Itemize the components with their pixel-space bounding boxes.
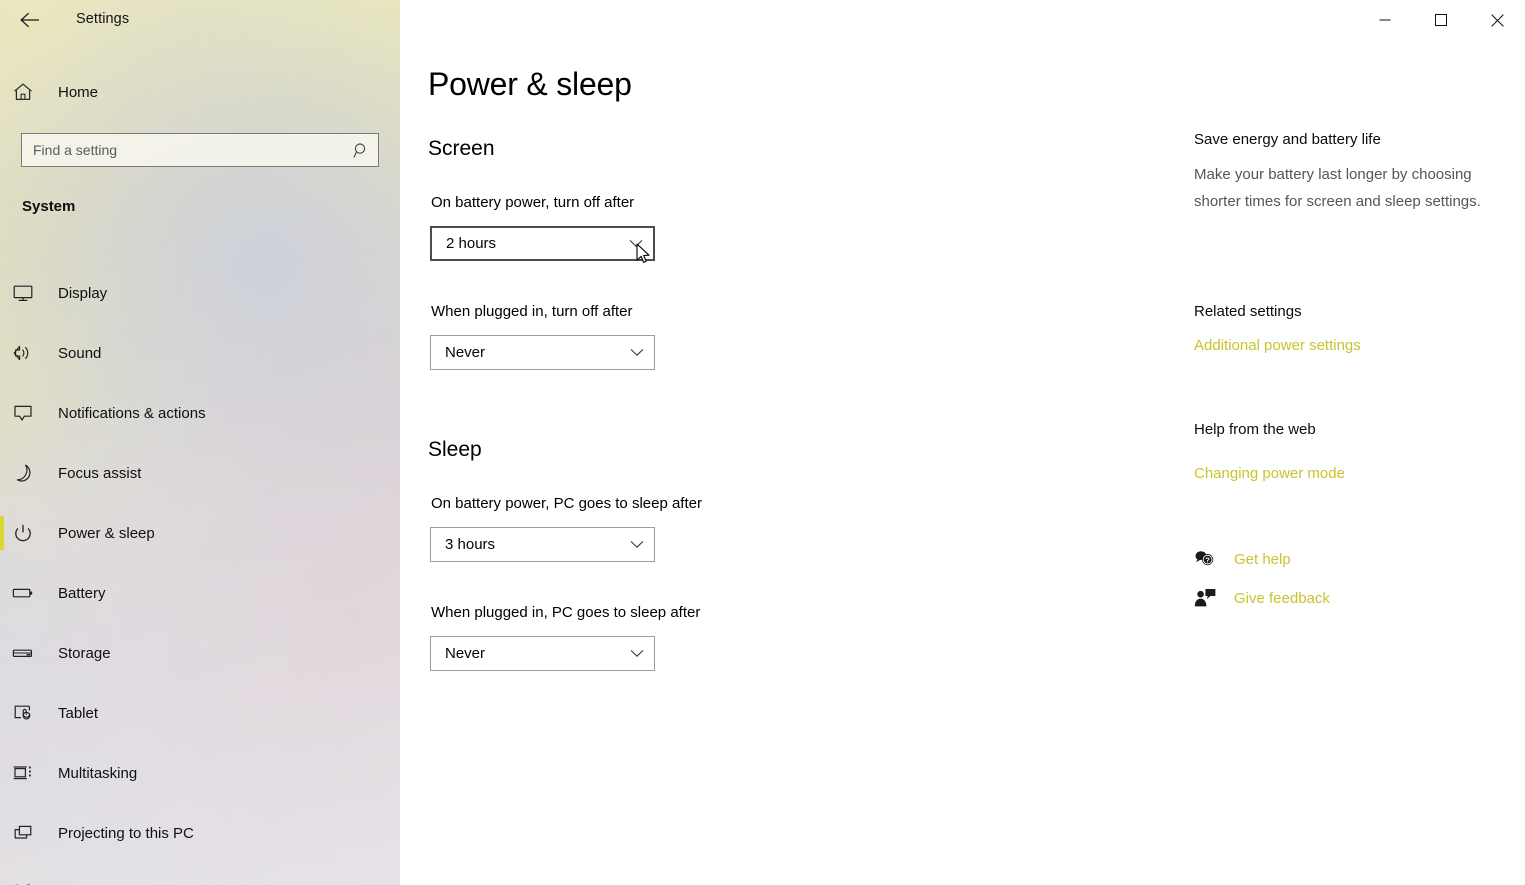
sidebar-item-power-and-sleep[interactable]: Power & sleep (0, 503, 400, 563)
group-heading-sleep: Sleep (428, 438, 482, 461)
speaker-icon (0, 343, 46, 363)
combo-screen-plugged-in[interactable]: Never (430, 335, 655, 370)
sidebar-item-label: Home (58, 83, 99, 101)
sidebar-item-notifications-actions[interactable]: Notifications & actions (0, 383, 400, 443)
group-heading-screen: Screen (428, 137, 495, 160)
minimize-icon (1379, 14, 1391, 26)
field-label-screen-battery: On battery power, turn off after (431, 194, 635, 211)
chevron-down-icon (620, 348, 654, 357)
notification-balloon-icon (0, 403, 46, 423)
chevron-down-icon (620, 649, 654, 658)
sidebar-item-multitasking[interactable]: Multitasking (0, 743, 400, 803)
help-from-web-heading: Help from the web (1194, 421, 1316, 438)
search-input[interactable] (22, 134, 344, 166)
moon-icon (0, 463, 46, 483)
sidebar-item-battery[interactable]: Battery (0, 563, 400, 623)
chevron-down-icon (620, 540, 654, 549)
power-icon (0, 523, 46, 543)
close-icon (1490, 13, 1504, 27)
selection-accent-bar (0, 516, 4, 550)
give-feedback-icon (1194, 585, 1224, 611)
sidebar-item-label: Focus assist (58, 464, 142, 482)
storage-drive-icon (0, 643, 46, 663)
combo-value: 3 hours (445, 536, 496, 553)
sidebar-item-label: Power & sleep (58, 524, 155, 542)
field-label-sleep-plugged: When plugged in, PC goes to sleep after (431, 604, 701, 621)
combo-value: Never (445, 645, 486, 662)
combo-value: 2 hours (446, 235, 497, 252)
chevron-down-icon (619, 239, 653, 248)
sidebar-item-label: Projecting to this PC (58, 824, 194, 842)
sidebar-item-sound[interactable]: Sound (0, 323, 400, 383)
link-additional-power-settings[interactable]: Additional power settings (1194, 337, 1361, 354)
sidebar-item-shared-experiences[interactable]: Shared experiences (0, 863, 400, 885)
maximize-icon (1435, 14, 1447, 26)
sidebar-item-storage[interactable]: Storage (0, 623, 400, 683)
sidebar-item-tablet[interactable]: Tablet (0, 683, 400, 743)
search-box[interactable] (21, 133, 379, 167)
window-controls (1357, 0, 1525, 40)
projecting-icon (0, 823, 46, 843)
battery-icon (0, 583, 46, 603)
search-icon[interactable] (344, 134, 378, 166)
sidebar-item-projecting-to-this-pc[interactable]: Projecting to this PC (0, 803, 400, 863)
multitasking-icon (0, 763, 46, 783)
right-info-panel: Save energy and battery life Make your b… (1194, 0, 1514, 885)
combo-screen-on-battery[interactable]: 2 hours (430, 226, 655, 261)
back-button[interactable] (10, 3, 50, 37)
tablet-touch-icon (0, 703, 46, 723)
sidebar-section-title: System (22, 198, 76, 215)
sidebar-item-label: Notifications & actions (58, 404, 206, 422)
give-feedback-action[interactable]: Give feedback (1194, 585, 1330, 611)
sidebar-item-home[interactable]: Home (0, 74, 400, 110)
page-title: Power & sleep (428, 66, 632, 102)
app-title: Settings (76, 11, 130, 27)
sidebar-item-label: Tablet (58, 704, 99, 722)
give-feedback-label: Give feedback (1234, 589, 1330, 607)
close-button[interactable] (1469, 0, 1525, 40)
sidebar-item-focus-assist[interactable]: Focus assist (0, 443, 400, 503)
home-icon (0, 82, 46, 102)
svg-text:?: ? (1205, 555, 1210, 564)
related-settings-heading: Related settings (1194, 303, 1302, 320)
title-bar: Settings (0, 0, 400, 40)
sidebar-item-label: Multitasking (58, 764, 138, 782)
tip-heading: Save energy and battery life (1194, 131, 1381, 148)
back-arrow-icon (19, 11, 41, 29)
combo-sleep-plugged-in[interactable]: Never (430, 636, 655, 671)
field-label-sleep-battery: On battery power, PC goes to sleep after (431, 495, 702, 512)
maximize-button[interactable] (1413, 0, 1469, 40)
field-label-screen-plugged: When plugged in, turn off after (431, 303, 633, 320)
navigation-sidebar: Settings Home Find a setting System Disp… (0, 0, 400, 885)
sidebar-item-label: Battery (58, 584, 106, 602)
sidebar-item-label: Display (58, 284, 108, 302)
get-help-label: Get help (1234, 550, 1291, 568)
monitor-icon (0, 283, 46, 303)
sidebar-item-label: Storage (58, 644, 111, 662)
get-help-icon: ? (1194, 546, 1224, 572)
sidebar-item-display[interactable]: Display (0, 263, 400, 323)
sidebar-item-label: Sound (58, 344, 102, 362)
link-changing-power-mode[interactable]: Changing power mode (1194, 465, 1345, 482)
sidebar-nav-list: Display Sound Notifications & actions Fo… (0, 263, 400, 885)
minimize-button[interactable] (1357, 0, 1413, 40)
combo-value: Never (445, 344, 486, 361)
tip-body: Make your battery last longer by choosin… (1194, 166, 1481, 210)
combo-sleep-on-battery[interactable]: 3 hours (430, 527, 655, 562)
get-help-action[interactable]: ? Get help (1194, 546, 1291, 572)
settings-window: Settings Home Find a setting System Disp… (0, 0, 1525, 885)
